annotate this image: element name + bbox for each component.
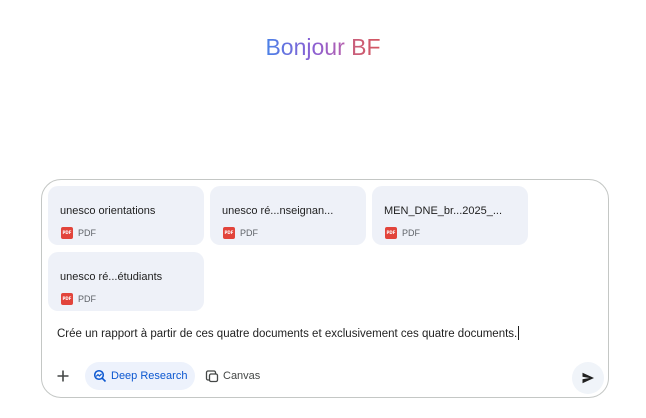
canvas-label: Canvas: [223, 370, 261, 382]
attachment-type: PDF: [402, 228, 420, 238]
attachment-name: MEN_DNE_br...2025_...: [384, 205, 503, 217]
deep-research-label: Deep Research: [111, 370, 188, 382]
attachment-name: unesco ré...nseignan...: [222, 205, 334, 217]
greeting-hello: Bonjour: [265, 34, 345, 60]
attachment-type: PDF: [240, 228, 258, 238]
send-button[interactable]: [572, 362, 604, 394]
deep-research-icon: [93, 369, 107, 383]
attachment-chip[interactable]: unesco orientations PDF PDF: [48, 186, 204, 245]
pdf-icon: PDF: [61, 227, 73, 239]
greeting-title: Bonjour BF: [0, 32, 646, 62]
attachment-name: unesco orientations: [60, 205, 156, 217]
prompt-text: Crée un rapport à partir de ces quatre d…: [57, 328, 518, 340]
send-icon: [582, 372, 594, 384]
attachment-chip[interactable]: unesco ré...étudiants PDF PDF: [48, 252, 204, 311]
pdf-icon: PDF: [385, 227, 397, 239]
prompt-composer: unesco orientations PDF PDF unesco ré...…: [41, 179, 609, 398]
pdf-icon: PDF: [223, 227, 235, 239]
add-files-button[interactable]: [53, 366, 73, 386]
attachment-type: PDF: [78, 294, 96, 304]
attachment-chip[interactable]: MEN_DNE_br...2025_... PDF PDF: [372, 186, 528, 245]
text-caret: [518, 326, 520, 340]
greeting-user-name: BF: [351, 34, 381, 60]
pdf-icon: PDF: [61, 293, 73, 305]
canvas-button[interactable]: Canvas: [197, 362, 268, 390]
canvas-icon: [205, 370, 219, 383]
attachment-type: PDF: [78, 228, 96, 238]
deep-research-button[interactable]: Deep Research: [85, 362, 196, 390]
attachment-chip[interactable]: unesco ré...nseignan... PDF PDF: [210, 186, 366, 245]
prompt-input[interactable]: Crée un rapport à partir de ces quatre d…: [57, 326, 520, 340]
attachment-name: unesco ré...étudiants: [60, 271, 163, 283]
plus-icon: [57, 370, 69, 382]
